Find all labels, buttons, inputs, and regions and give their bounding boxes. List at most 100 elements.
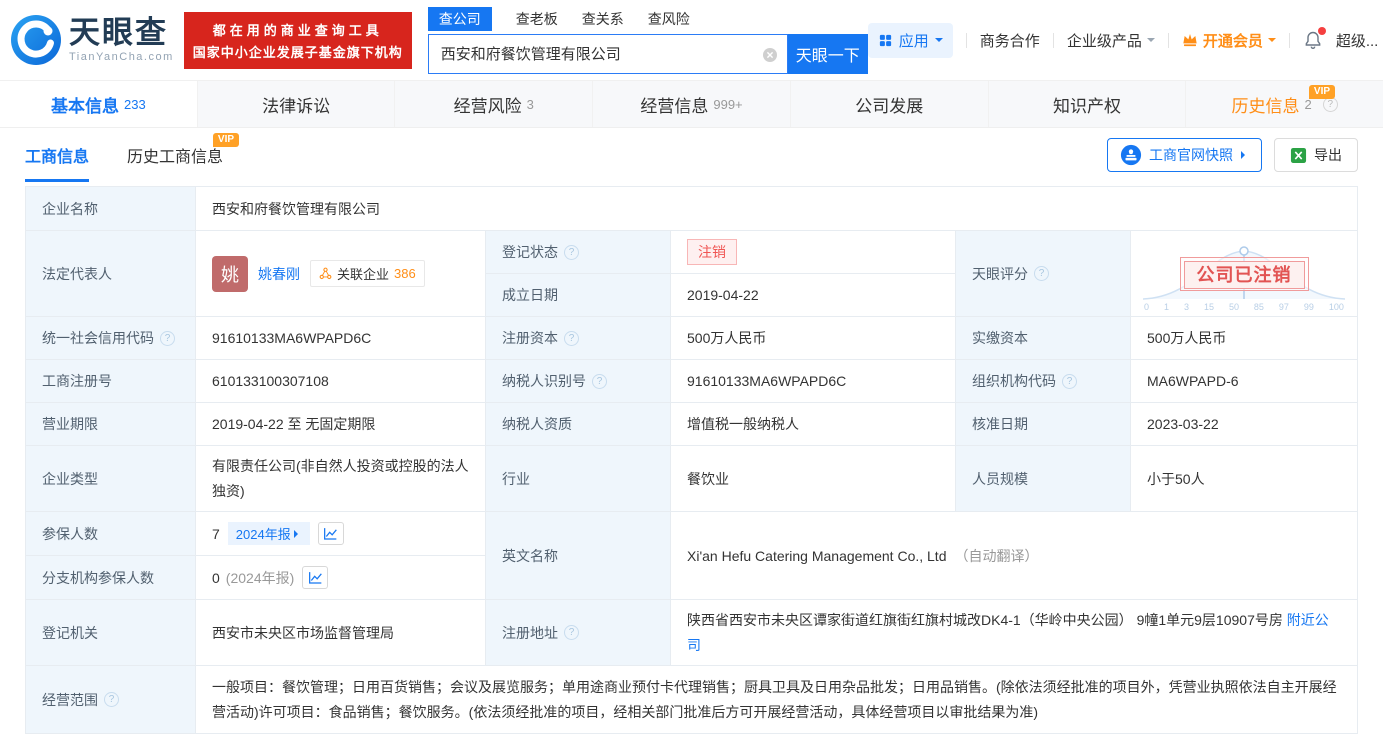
vip-badge: VIP — [213, 133, 239, 147]
brand-slogan: 都在用的商业查询工具 国家中小企业发展子基金旗下机构 — [184, 12, 412, 69]
help-icon[interactable]: ? — [564, 625, 579, 640]
field-value-company-name: 西安和府餐饮管理有限公司 — [196, 187, 1357, 231]
open-vip-button[interactable]: 开通会员 — [1182, 30, 1276, 51]
stamp-icon — [1120, 144, 1142, 166]
field-label-insured-count: 参保人数 — [26, 512, 196, 556]
tab-business-risk[interactable]: 经营风险3 — [395, 81, 593, 127]
search-tab-relation[interactable]: 查关系 — [582, 9, 624, 29]
branch-insured-trend-chart-icon[interactable] — [302, 566, 328, 589]
tab-intellectual-property[interactable]: 知识产权 — [989, 81, 1187, 127]
network-icon — [319, 267, 332, 280]
field-label-reg-authority: 登记机关 — [26, 600, 196, 666]
brand-name: 天眼查 — [69, 17, 174, 48]
insured-trend-chart-icon[interactable] — [318, 522, 344, 545]
subtab-history-registration[interactable]: 历史工商信息 VIP — [127, 128, 223, 182]
notifications-bell-icon[interactable] — [1303, 30, 1323, 50]
field-value-branch-insured: 0 (2024年报) — [196, 556, 486, 600]
field-label-paid-capital: 实缴资本 — [956, 317, 1131, 360]
field-label-legal-rep: 法定代表人 — [26, 231, 196, 317]
field-label-taxpayer-id: 纳税人识别号? — [486, 360, 671, 403]
field-label-staff-size: 人员规模 — [956, 446, 1131, 512]
field-value-paid-capital: 500万人民币 — [1131, 317, 1357, 360]
field-value-approval-date: 2023-03-22 — [1131, 403, 1357, 446]
official-snapshot-button[interactable]: 工商官网快照 — [1107, 138, 1262, 172]
field-value-org-code: MA6WPAPD-6 — [1131, 360, 1357, 403]
field-label-industry: 行业 — [486, 446, 671, 512]
field-value-industry: 餐饮业 — [671, 446, 956, 512]
brand-domain: TianYanCha.com — [69, 52, 174, 63]
active-tab-underline — [25, 179, 89, 182]
divider — [1168, 33, 1169, 48]
vip-badge: VIP — [1309, 85, 1335, 99]
related-companies-count: 386 — [394, 266, 416, 281]
export-button[interactable]: 导出 — [1274, 138, 1358, 172]
tab-history-info[interactable]: VIP 历史信息2 ? — [1186, 81, 1383, 127]
help-icon[interactable]: ? — [592, 374, 607, 389]
divider — [966, 33, 967, 48]
field-label-company-name: 企业名称 — [26, 187, 196, 231]
related-companies-badge[interactable]: 关联企业 386 — [310, 260, 425, 287]
user-menu[interactable]: 超级... — [1336, 30, 1379, 51]
field-value-legal-rep: 姚 姚春刚 关联企业 386 — [196, 231, 486, 317]
field-value-business-term: 2019-04-22 至 无固定期限 — [196, 403, 486, 446]
apps-menu[interactable]: 应用 — [868, 23, 953, 58]
tab-legal-proceedings[interactable]: 法律诉讼 — [198, 81, 396, 127]
help-icon[interactable]: ? — [564, 245, 579, 260]
divider — [1289, 33, 1290, 48]
legal-rep-name-link[interactable]: 姚春刚 — [258, 264, 300, 284]
field-value-company-type: 有限责任公司(非自然人投资或控股的法人独资) — [196, 446, 486, 512]
chevron-right-icon — [1241, 151, 1249, 159]
field-label-establish-date: 成立日期 — [486, 274, 671, 317]
excel-icon — [1290, 147, 1307, 164]
chevron-down-icon — [935, 38, 943, 46]
notification-dot — [1318, 27, 1326, 35]
crown-icon — [1182, 33, 1198, 47]
search-input[interactable] — [429, 35, 787, 73]
business-info-table: 企业名称 西安和府餐饮管理有限公司 法定代表人 姚 姚春刚 关联企业 386 登… — [25, 186, 1358, 734]
annual-report-badge[interactable]: 2024年报 — [228, 522, 310, 545]
field-value-credit-code: 91610133MA6WPAPD6C — [196, 317, 486, 360]
help-icon[interactable]: ? — [1062, 374, 1077, 389]
field-value-address: 陕西省西安市未央区谭家街道红旗街红旗村城改DK4-1（华岭中央公园） 9幢1单元… — [671, 600, 1357, 666]
field-value-reg-capital: 500万人民币 — [671, 317, 956, 360]
field-label-business-term: 营业期限 — [26, 403, 196, 446]
subtab-bar: 工商信息 历史工商信息 VIP 工商官网快照 导出 — [0, 128, 1383, 182]
search-tab-boss[interactable]: 查老板 — [516, 9, 558, 29]
field-value-reg-status: 注销 — [671, 231, 956, 274]
help-icon[interactable]: ? — [564, 331, 579, 346]
help-icon[interactable]: ? — [104, 692, 119, 707]
tab-basic-info[interactable]: 基本信息233 — [0, 81, 198, 127]
search-area: 查公司 查老板 查关系 查风险 天眼一下 — [428, 7, 868, 74]
field-label-reg-number: 工商注册号 — [26, 360, 196, 403]
field-value-english-name: Xi'an Hefu Catering Management Co., Ltd … — [671, 512, 1357, 600]
divider — [1053, 33, 1054, 48]
field-label-english-name: 英文名称 — [486, 512, 671, 600]
field-label-reg-capital: 注册资本? — [486, 317, 671, 360]
search-tab-risk[interactable]: 查风险 — [648, 9, 690, 29]
status-badge: 注销 — [687, 239, 737, 265]
tab-business-info[interactable]: 经营信息999+ — [593, 81, 791, 127]
field-label-address: 注册地址? — [486, 600, 671, 666]
clear-search-icon[interactable] — [762, 47, 778, 68]
help-icon[interactable]: ? — [1034, 266, 1049, 281]
field-value-establish-date: 2019-04-22 — [671, 274, 956, 317]
field-value-reg-number: 610133100307108 — [196, 360, 486, 403]
field-label-business-scope: 经营范围? — [26, 666, 196, 733]
legal-rep-avatar[interactable]: 姚 — [212, 256, 248, 292]
search-tab-company[interactable]: 查公司 — [428, 7, 492, 31]
tab-company-development[interactable]: 公司发展 — [791, 81, 989, 127]
field-label-branch-insured: 分支机构参保人数 — [26, 556, 196, 600]
field-value-business-scope: 一般项目：餐饮管理；日用百货销售；会议及展览服务；单用途商业预付卡代理销售；厨具… — [196, 666, 1357, 733]
nav-cooperation[interactable]: 商务合作 — [980, 30, 1040, 51]
chevron-down-icon — [1147, 38, 1155, 46]
search-button[interactable]: 天眼一下 — [788, 34, 868, 74]
field-value-tyc-score: 0131550859799100 公司已注销 — [1131, 231, 1357, 317]
tianyancha-logo[interactable]: 天眼查 TianYanCha.com — [10, 14, 174, 66]
header-nav: 应用 商务合作 企业级产品 开通会员 超级... — [868, 23, 1383, 58]
nav-enterprise-products[interactable]: 企业级产品 — [1067, 30, 1155, 51]
subtab-business-registration[interactable]: 工商信息 — [25, 128, 89, 182]
help-icon[interactable]: ? — [160, 331, 175, 346]
chevron-down-icon — [1268, 38, 1276, 46]
company-tabs: 基本信息233 法律诉讼 经营风险3 经营信息999+ 公司发展 知识产权 VI… — [0, 80, 1383, 128]
field-value-staff-size: 小于50人 — [1131, 446, 1357, 512]
